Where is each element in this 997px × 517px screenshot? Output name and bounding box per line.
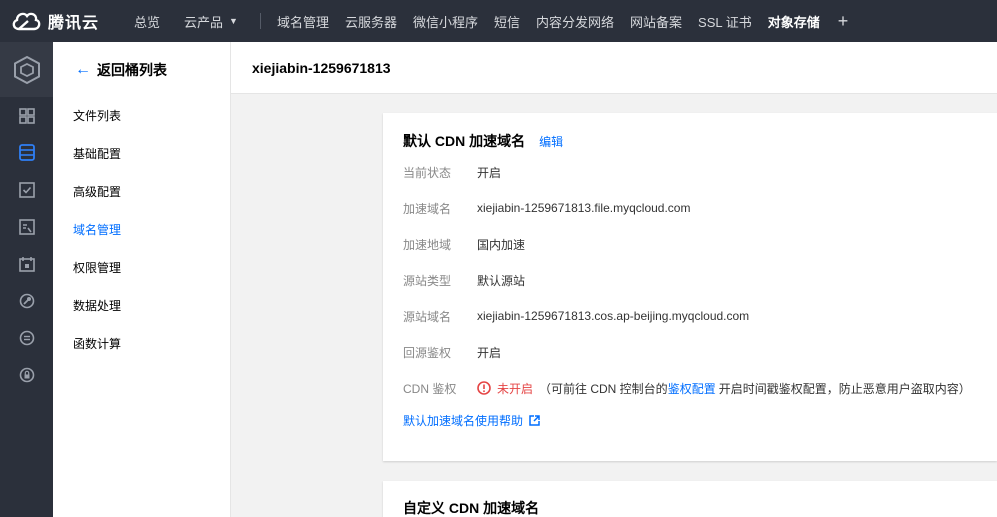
monitor-icon bbox=[18, 218, 35, 235]
detail-label: 当前状态 bbox=[403, 165, 452, 180]
bucket-icon bbox=[18, 144, 35, 161]
detail-label: 加速域名 bbox=[403, 201, 452, 216]
bucket-sidebar: ← 返回桶列表 文件列表 基础配置 高级配置 域名管理 权限管理 数据处理 函数… bbox=[53, 42, 231, 517]
detail-row-domain: 加速域名 xiejiabin-1259671813.file.myqcloud.… bbox=[403, 190, 977, 226]
rail-calendar[interactable] bbox=[0, 245, 53, 282]
nav-products-dropdown[interactable]: 云产品 ▼ bbox=[176, 12, 246, 31]
nav-cos[interactable]: 对象存储 bbox=[760, 12, 828, 31]
cube-logo-icon bbox=[13, 55, 40, 84]
rail-bucket[interactable] bbox=[0, 134, 53, 171]
custom-cdn-card: 自定义 CDN 加速域名 bbox=[383, 481, 997, 517]
rail-tasks[interactable] bbox=[0, 171, 53, 208]
detail-value: xiejiabin-1259671813.file.myqcloud.com bbox=[477, 201, 691, 215]
detail-row-origin-auth: 回源鉴权 开启 bbox=[403, 334, 977, 370]
detail-value: xiejiabin-1259671813.cos.ap-beijing.myqc… bbox=[477, 309, 750, 323]
sidebar-item-basic-config[interactable]: 基础配置 bbox=[53, 135, 230, 173]
nav-divider bbox=[259, 13, 261, 29]
nav-sms[interactable]: 短信 bbox=[486, 12, 528, 31]
help-link-label: 默认加速域名使用帮助 bbox=[403, 414, 524, 428]
detail-row-origin-type: 源站类型 默认源站 bbox=[403, 262, 977, 298]
product-icon-rail bbox=[0, 42, 53, 517]
warning-circle-icon bbox=[477, 381, 491, 395]
nav-domain-management[interactable]: 域名管理 bbox=[269, 12, 337, 31]
nav-ssl[interactable]: SSL 证书 bbox=[690, 12, 760, 31]
brand-name: 腾讯云 bbox=[48, 15, 100, 32]
default-cdn-title: 默认 CDN 加速域名 bbox=[403, 133, 526, 149]
cdn-auth-note-prefix: （可前往 CDN 控制台的 bbox=[539, 381, 668, 396]
nav-mini-program[interactable]: 微信小程序 bbox=[405, 12, 486, 31]
brand-logo[interactable]: 腾讯云 bbox=[0, 9, 118, 33]
rail-monitor[interactable] bbox=[0, 208, 53, 245]
sidebar-item-domain-management[interactable]: 域名管理 bbox=[53, 211, 230, 249]
detail-row-cdn-auth: CDN 鉴权 未开启 （可前往 CDN 控制台的 鉴权配置 开启时间戳鉴权配置，… bbox=[403, 370, 977, 406]
detail-value: 开启 bbox=[477, 345, 502, 360]
detail-label: CDN 鉴权 bbox=[403, 381, 457, 396]
detail-value: 开启 bbox=[477, 165, 502, 180]
help-link[interactable]: 默认加速域名使用帮助 bbox=[403, 412, 977, 429]
dashboard-icon bbox=[18, 107, 35, 124]
default-cdn-card: 默认 CDN 加速域名 编辑 当前状态 开启 加速域名 xiejiabin-12… bbox=[383, 113, 997, 461]
nav-overview[interactable]: 总览 bbox=[126, 12, 168, 31]
back-to-bucket-list[interactable]: ← 返回桶列表 bbox=[53, 42, 230, 97]
status-badge: 未开启 bbox=[497, 381, 534, 396]
custom-cdn-title: 自定义 CDN 加速域名 bbox=[403, 500, 540, 516]
checklist-icon bbox=[18, 181, 35, 198]
sidebar-item-advanced-config[interactable]: 高级配置 bbox=[53, 173, 230, 211]
rail-tools[interactable] bbox=[0, 282, 53, 319]
cloud-logo-icon bbox=[12, 12, 41, 31]
rail-logo[interactable] bbox=[0, 42, 53, 97]
nav-products-label: 云产品 bbox=[184, 14, 224, 30]
list-circle-icon bbox=[19, 330, 34, 345]
sidebar-item-permission-management[interactable]: 权限管理 bbox=[53, 249, 230, 287]
top-navigation-bar: 腾讯云 总览 云产品 ▼ 域名管理 云服务器 微信小程序 短信 内容分发网络 网… bbox=[0, 0, 997, 42]
default-cdn-details: 当前状态 开启 加速域名 xiejiabin-1259671813.file.m… bbox=[403, 154, 977, 406]
rail-dashboard[interactable] bbox=[0, 97, 53, 134]
detail-label: 源站域名 bbox=[403, 309, 452, 324]
sidebar-item-file-list[interactable]: 文件列表 bbox=[53, 97, 230, 135]
nav-cvm[interactable]: 云服务器 bbox=[337, 12, 405, 31]
detail-value: 默认源站 bbox=[477, 273, 526, 288]
calendar-icon bbox=[18, 256, 35, 272]
tool-icon bbox=[19, 293, 34, 308]
edit-button[interactable]: 编辑 bbox=[539, 133, 563, 150]
cdn-auth-note-suffix: 开启时间戳鉴权配置，防止恶意用户盗取内容） bbox=[718, 381, 971, 396]
chevron-down-icon: ▼ bbox=[229, 16, 238, 26]
detail-value: 国内加速 bbox=[477, 237, 526, 252]
sidebar-item-function-compute[interactable]: 函数计算 bbox=[53, 325, 230, 363]
detail-row-origin-domain: 源站域名 xiejiabin-1259671813.cos.ap-beijing… bbox=[403, 298, 977, 334]
arrow-left-icon: ← bbox=[75, 60, 91, 78]
detail-label: 回源鉴权 bbox=[403, 345, 452, 360]
nav-icp[interactable]: 网站备案 bbox=[622, 12, 690, 31]
sidebar-item-data-processing[interactable]: 数据处理 bbox=[53, 287, 230, 325]
default-cdn-title-row: 默认 CDN 加速域名 编辑 bbox=[403, 133, 977, 149]
detail-label: 加速地域 bbox=[403, 237, 452, 252]
rail-list[interactable] bbox=[0, 319, 53, 356]
detail-row-status: 当前状态 开启 bbox=[403, 154, 977, 190]
cdn-auth-status: 未开启 （可前往 CDN 控制台的 鉴权配置 开启时间戳鉴权配置，防止恶意用户盗… bbox=[477, 380, 971, 397]
nav-cdn[interactable]: 内容分发网络 bbox=[528, 12, 622, 31]
external-link-icon bbox=[529, 415, 540, 426]
add-shortcut-icon[interactable]: + bbox=[838, 12, 849, 30]
back-label: 返回桶列表 bbox=[97, 61, 167, 78]
page-title: xiejiabin-1259671813 bbox=[231, 42, 997, 94]
rail-security[interactable] bbox=[0, 356, 53, 393]
lock-circle-icon bbox=[19, 367, 34, 382]
detail-row-region: 加速地域 国内加速 bbox=[403, 226, 977, 262]
auth-config-link[interactable]: 鉴权配置 bbox=[668, 380, 716, 397]
detail-label: 源站类型 bbox=[403, 273, 452, 288]
